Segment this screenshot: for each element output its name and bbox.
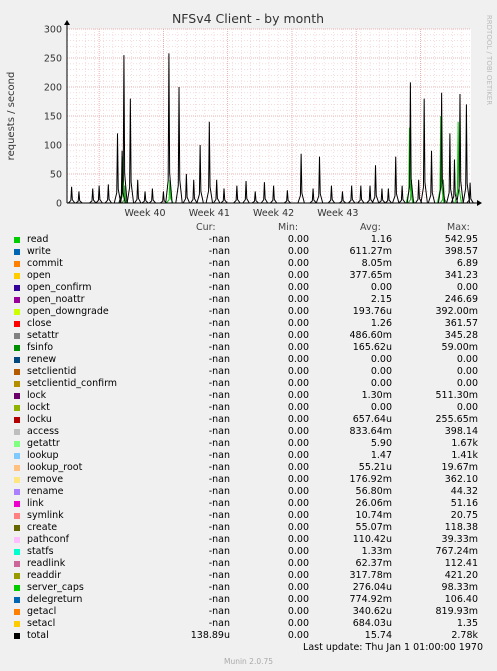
y-tick-label: 300	[44, 25, 62, 36]
chart-title: NFSv4 Client - by month	[172, 11, 324, 26]
x-tick-label: Week 42	[253, 208, 294, 219]
y-tick-label: 200	[44, 83, 62, 94]
y-tick-label: 250	[44, 54, 62, 65]
y-tick-label: 50	[50, 170, 62, 181]
rrdtool-credit: RRDTOOL / TOBI OETIKER	[485, 15, 493, 105]
munin-version: Munin 2.0.75	[223, 657, 274, 666]
last-update: Last update: Thu Jan 1 01:00:00 1970	[303, 642, 483, 653]
y-tick-label: 150	[44, 112, 62, 123]
y-tick-label: 0	[56, 199, 62, 210]
x-tick-label: Week 43	[317, 208, 358, 219]
y-axis-label: requests / second	[6, 72, 17, 161]
y-tick-label: 100	[44, 141, 62, 152]
chart: 0 50 100 150 200 250 300 Week 40 Week 41 Week 42 W…	[0, 0, 497, 671]
x-tick-label: Week 41	[189, 208, 230, 219]
x-tick-label: Week 40	[124, 208, 165, 219]
